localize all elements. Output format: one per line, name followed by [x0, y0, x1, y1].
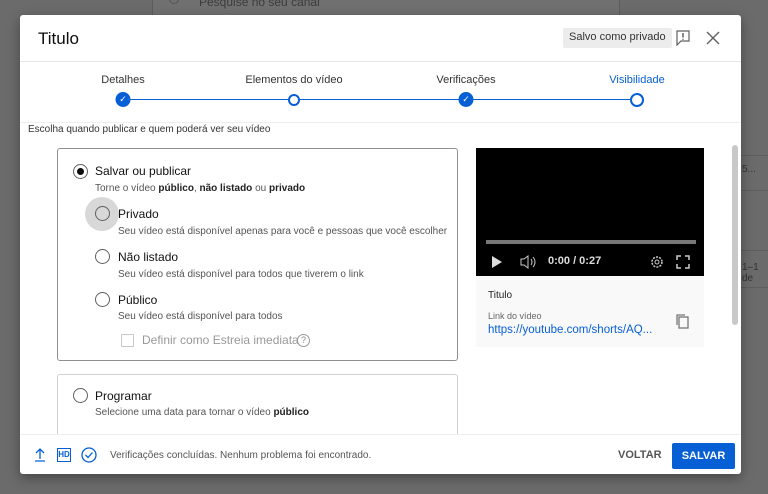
stepper-line [123, 99, 637, 100]
video-info: Titulo Link do vídeo https://youtube.com… [476, 276, 704, 347]
back-button[interactable]: VOLTAR [618, 449, 662, 461]
step-elements-label[interactable]: Elementos do vídeo [245, 74, 342, 86]
video-link[interactable]: https://youtube.com/shorts/AQ... [488, 324, 652, 336]
premiere-checkbox[interactable] [121, 334, 134, 347]
private-desc: Seu vídeo está disponível apenas para vo… [118, 226, 448, 237]
dialog-title: Titulo [38, 29, 79, 48]
private-label: Privado [118, 207, 159, 221]
unlisted-desc: Seu vídeo está disponível para todos que… [118, 269, 364, 280]
public-desc: Seu vídeo está disponível para todos [118, 311, 283, 322]
unlisted-label: Não listado [118, 250, 179, 264]
background-divider [741, 250, 768, 251]
video-player[interactable]: 0:00 / 0:27 [476, 148, 704, 276]
background-divider [741, 190, 768, 191]
fullscreen-icon[interactable] [676, 255, 690, 269]
scrollbar[interactable] [732, 145, 738, 325]
save-publish-desc: Torne o vídeo público, não listado ou pr… [95, 183, 306, 194]
unlisted-radio[interactable] [95, 249, 110, 264]
help-icon[interactable]: ? [297, 334, 310, 347]
step-visibility-label[interactable]: Visibilidade [609, 74, 664, 86]
hd-icon: HD [57, 448, 71, 462]
save-publish-card: Salvar ou publicar Torne o vídeo público… [57, 148, 458, 361]
schedule-desc: Selecione uma data para tornar o vídeo p… [95, 407, 310, 418]
public-radio[interactable] [95, 292, 110, 307]
search-placeholder: Pesquise no seu canal [199, 0, 320, 9]
checks-done-icon [81, 447, 97, 463]
close-icon[interactable] [706, 31, 720, 45]
schedule-label: Programar [95, 389, 152, 403]
visibility-intro: Escolha quando publicar e quem poderá ve… [28, 124, 271, 135]
visibility-content: Escolha quando publicar e quem poderá ve… [20, 124, 741, 434]
dialog-header: Titulo Salvo como privado [20, 15, 741, 62]
background-text: 1–1 de [742, 262, 759, 284]
status-badge: Salvo como privado [563, 28, 672, 48]
search-icon [169, 0, 179, 4]
save-publish-radio[interactable] [73, 164, 88, 179]
dialog-footer: HD Verificações concluídas. Nenhum probl… [20, 434, 741, 474]
background-divider [741, 287, 768, 288]
upload-dialog: Titulo Salvo como privado Detalhes Eleme… [20, 15, 741, 474]
video-title: Titulo [488, 290, 513, 301]
background-text: 5... [742, 164, 756, 175]
video-progress-bar[interactable] [486, 240, 696, 244]
settings-icon[interactable] [650, 255, 664, 269]
schedule-radio[interactable] [73, 388, 88, 403]
step-checks-label[interactable]: Verificações [436, 74, 495, 86]
check-icon[interactable]: ✓ [458, 92, 474, 107]
step-details-label[interactable]: Detalhes [101, 74, 144, 86]
save-publish-label: Salvar ou publicar [95, 164, 192, 178]
video-time: 0:00 / 0:27 [548, 255, 602, 267]
progress-stepper: Detalhes Elementos do vídeo Verificações… [20, 63, 741, 123]
background-divider [741, 155, 768, 156]
step-current-circle-icon[interactable] [630, 93, 644, 107]
private-radio[interactable] [95, 206, 110, 221]
schedule-card: Programar Selecione uma data para tornar… [57, 374, 458, 434]
step-open-circle-icon[interactable] [288, 94, 300, 106]
footer-status: Verificações concluídas. Nenhum problema… [110, 450, 372, 461]
copy-icon[interactable] [676, 314, 689, 329]
feedback-icon[interactable] [676, 30, 690, 46]
save-button[interactable]: SALVAR [672, 443, 735, 469]
play-icon[interactable] [492, 256, 502, 268]
premiere-label: Definir como Estreia imediata [142, 333, 299, 347]
check-icon[interactable]: ✓ [115, 92, 131, 107]
volume-icon[interactable] [520, 255, 536, 269]
background-search: Pesquise no seu canal [152, 0, 620, 16]
public-label: Público [118, 293, 158, 307]
upload-icon [35, 448, 45, 462]
video-link-label: Link do vídeo [488, 311, 542, 321]
